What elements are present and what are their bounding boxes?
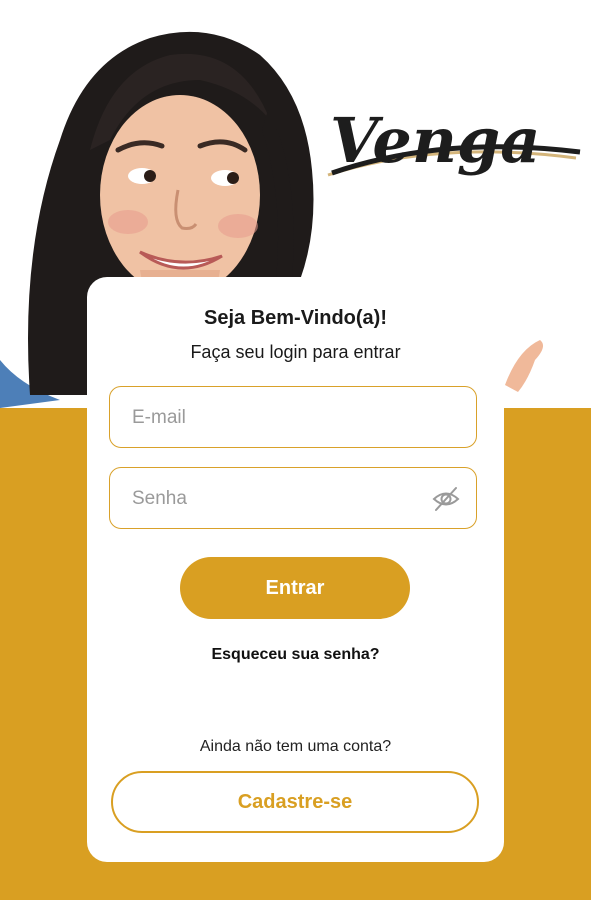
welcome-title: Seja Bem-Vindo(a)! (204, 307, 387, 329)
login-subtitle: Faça seu login para entrar (190, 342, 401, 362)
logo-wordmark: Venga (330, 104, 540, 177)
password-field[interactable] (109, 467, 477, 530)
eye-off-icon[interactable] (432, 486, 460, 512)
no-account-text: Ainda não tem uma conta? (199, 738, 392, 755)
venga-logo: Venga (318, 80, 583, 200)
login-card: Seja Bem-Vindo(a)! Faça seu login para e… (87, 277, 504, 862)
forgot-password-link[interactable]: Esqueceu sua senha? (87, 646, 504, 664)
password-input[interactable] (130, 468, 424, 530)
signup-button[interactable]: Cadastre-se (111, 771, 479, 833)
email-field[interactable] (109, 386, 477, 449)
email-input[interactable] (130, 387, 424, 449)
login-button[interactable]: Entrar (180, 557, 410, 619)
